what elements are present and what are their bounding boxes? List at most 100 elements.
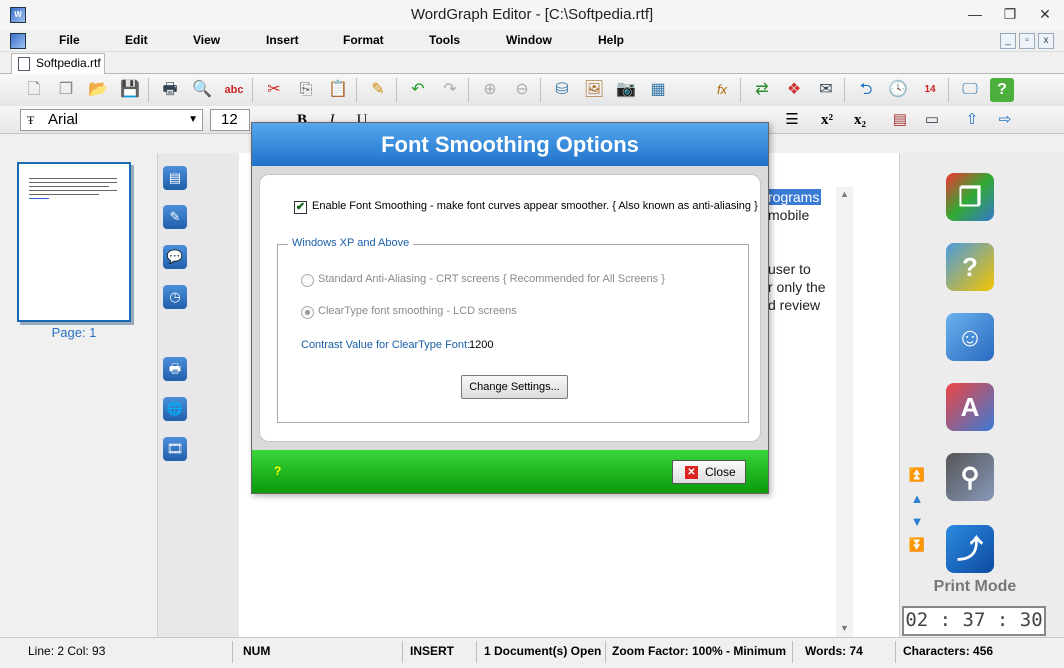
standard-antialiasing-radio[interactable] — [301, 274, 314, 287]
close-screen-button[interactable]: 🖵 — [958, 78, 982, 102]
scroll-down-icon[interactable]: ▼ — [836, 623, 853, 633]
mdi-restore-button[interactable]: ▫ — [1019, 33, 1035, 49]
highlight-icon: ▤ — [892, 112, 908, 128]
minimize-button[interactable]: — — [960, 0, 990, 30]
menu-tools[interactable]: Tools — [429, 33, 460, 47]
close-button[interactable]: ✕ Close — [672, 460, 746, 484]
save-button[interactable]: 💾 — [118, 78, 142, 102]
status-words: Words: 74 — [805, 644, 863, 658]
clock-icon: ◷ — [169, 289, 181, 304]
symbols-button[interactable]: ❖ — [782, 78, 806, 102]
paste-button[interactable]: 📋 — [326, 78, 350, 102]
formula-button[interactable]: fx — [710, 78, 734, 102]
subscript-icon: x₂ — [854, 112, 866, 128]
zoom-out-button[interactable]: ⊖ — [510, 78, 534, 102]
next-page-button[interactable]: ▼ — [908, 514, 926, 529]
web-button[interactable]: 🌐 — [163, 397, 187, 421]
document-view-button[interactable]: ▤ — [163, 166, 187, 190]
highlight-button[interactable]: ▤ — [888, 108, 912, 132]
insert-image-button[interactable]: 📷 — [614, 78, 638, 102]
superscript-button[interactable]: x² — [815, 108, 839, 132]
font-size-value: 12 — [221, 111, 238, 128]
print-side-button[interactable]: 🖶 — [163, 357, 187, 381]
move-right-button[interactable]: ⇨ — [993, 108, 1017, 132]
document-icon[interactable] — [10, 33, 26, 49]
redo-button[interactable]: ↷ — [438, 78, 462, 102]
smiley-icon: ☺ — [956, 322, 984, 352]
close-window-button[interactable]: ✕ — [1030, 0, 1060, 30]
help-link[interactable]: ? — [274, 464, 281, 478]
media-button[interactable]: 🎞 — [163, 437, 187, 461]
menu-insert[interactable]: Insert — [266, 33, 299, 47]
font-name-select[interactable]: Ŧ Arial ▼ — [20, 109, 203, 131]
text-box-button[interactable]: ▭ — [920, 108, 944, 132]
move-up-button[interactable]: ⇧ — [960, 108, 984, 132]
maximize-button[interactable]: ❐ — [995, 0, 1025, 30]
status-characters: Characters: 456 — [903, 644, 994, 658]
page-thumbnail[interactable] — [17, 162, 131, 322]
change-settings-button[interactable]: Change Settings... — [461, 375, 568, 399]
document-text[interactable]: r only the — [768, 279, 826, 295]
menu-view[interactable]: View — [193, 33, 220, 47]
enable-font-smoothing-label: Enable Font Smoothing - make font curves… — [312, 200, 758, 212]
toolbar-separator — [740, 78, 741, 102]
clock-button[interactable]: 🕓 — [886, 78, 910, 102]
document-text[interactable]: rograms — [766, 189, 822, 205]
help-topics-button[interactable]: ? — [946, 243, 994, 291]
list-button[interactable]: ☰ — [780, 108, 804, 132]
back-button[interactable]: ⮌ — [854, 78, 878, 102]
insert-picture-button[interactable]: 🖼 — [582, 78, 606, 102]
menu-file[interactable]: File — [59, 33, 80, 47]
document-text[interactable]: mobile — [768, 207, 809, 223]
font-size-select[interactable]: 12 — [210, 109, 250, 131]
subscript-button[interactable]: x₂ — [848, 108, 872, 132]
menu-format[interactable]: Format — [343, 33, 384, 47]
previous-page-button[interactable]: ▲ — [908, 491, 926, 506]
document-text[interactable]: user to — [768, 261, 811, 277]
calendar-button[interactable]: 14 — [918, 78, 942, 102]
copy-button[interactable]: ⎘ — [294, 78, 318, 102]
print-mode-button[interactable]: ⤴ — [946, 525, 994, 573]
clock-icon: 🕓 — [888, 81, 908, 98]
document-tabs: Softpedia.rtf — [0, 52, 1064, 74]
email-button[interactable]: ✉ — [814, 78, 838, 102]
database-button[interactable]: ⛁ — [550, 78, 574, 102]
menu-window[interactable]: Window — [506, 33, 552, 47]
insert-table-button[interactable]: ▦ — [646, 78, 670, 102]
find-button[interactable]: ⚲ — [946, 453, 994, 501]
cleartype-radio[interactable] — [301, 306, 314, 319]
copy-document-button[interactable]: ❐ — [54, 78, 78, 102]
spelling-button[interactable]: A — [946, 383, 994, 431]
mdi-close-button[interactable]: x — [1038, 33, 1054, 49]
open-button[interactable]: 📂 — [86, 78, 110, 102]
group-title: Windows XP and Above — [288, 237, 414, 249]
first-page-button[interactable]: ⏫ — [908, 467, 926, 483]
print-preview-button[interactable]: 🔍 — [190, 78, 214, 102]
format-painter-button[interactable]: ✎ — [366, 78, 390, 102]
cut-button[interactable]: ✂ — [262, 78, 286, 102]
menu-edit[interactable]: Edit — [125, 33, 148, 47]
translate-button[interactable]: ☺ — [946, 313, 994, 361]
vertical-scrollbar[interactable]: ▲ ▼ — [836, 187, 853, 637]
enable-font-smoothing-checkbox[interactable]: ✔ — [294, 201, 307, 214]
menu-help[interactable]: Help — [598, 33, 624, 47]
new-document-button[interactable]: 🗋 — [22, 78, 46, 102]
help-button[interactable]: ? — [990, 78, 1014, 102]
mdi-minimize-button[interactable]: _ — [1000, 33, 1016, 49]
comments-button[interactable]: 💬 — [163, 245, 187, 269]
exchange-button[interactable]: ⇄ — [750, 78, 774, 102]
last-page-button[interactable]: ⏬ — [908, 537, 926, 553]
zoom-in-button[interactable]: ⊕ — [478, 78, 502, 102]
print-button[interactable]: 🖶 — [158, 78, 182, 102]
tab-softpedia[interactable]: Softpedia.rtf — [11, 53, 105, 74]
spellcheck-button[interactable]: abc — [222, 78, 246, 102]
exchange-icon: ⇄ — [755, 81, 769, 98]
history-button[interactable]: ◷ — [163, 285, 187, 309]
document-text[interactable]: d review — [768, 297, 820, 313]
windows-button[interactable]: ❐ — [946, 173, 994, 221]
edit-view-button[interactable]: ✎ — [163, 205, 187, 229]
undo-button[interactable]: ↶ — [406, 78, 430, 102]
up-icon: ▲ — [910, 491, 924, 506]
scroll-up-icon[interactable]: ▲ — [836, 189, 853, 199]
edit-icon: ✎ — [169, 209, 181, 224]
